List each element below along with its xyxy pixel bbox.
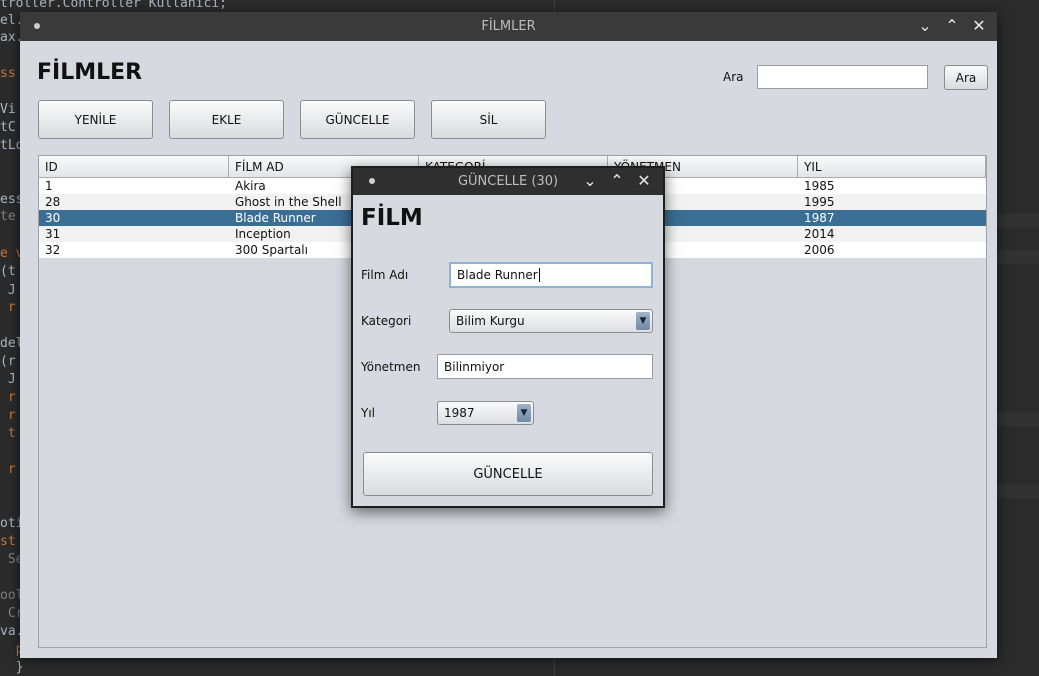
year-label: Yıl [361, 406, 375, 420]
chevron-down-icon[interactable]: ⌄ [579, 171, 601, 191]
film-name-field[interactable]: Blade Runner [449, 262, 653, 288]
category-selected-value: Bilim Kurgu [456, 314, 525, 328]
dropdown-arrow-icon[interactable]: ▼ [517, 404, 531, 422]
close-icon[interactable]: ✕ [633, 171, 655, 191]
film-name-value: Blade Runner [457, 268, 538, 282]
delete-button[interactable]: SİL [431, 100, 546, 139]
update-button[interactable]: GÜNCELLE [300, 100, 415, 139]
dialog-titlebar[interactable]: GÜNCELLE (30) ⌄ ⌃ ✕ [353, 168, 663, 195]
window-titlebar[interactable]: FİLMLER ⌄ ⌃ ✕ [20, 12, 997, 41]
ide-highlight-strip [997, 412, 1039, 426]
search-input[interactable] [757, 65, 928, 89]
code-line: r [0, 390, 16, 405]
cell-id: 1 [45, 179, 53, 193]
director-label: Yönetmen [361, 360, 421, 374]
year-select[interactable]: 1987 ▼ [437, 401, 534, 425]
search-label: Ara [723, 70, 744, 84]
code-line: ss [0, 66, 16, 81]
code-line: } [0, 660, 24, 675]
cell-id: 28 [45, 195, 61, 209]
ide-highlight-strip [997, 250, 1039, 264]
column-header-id[interactable]: ID [39, 156, 229, 178]
year-selected-value: 1987 [444, 406, 475, 420]
ide-highlight-strip [997, 214, 1039, 228]
chevron-up-icon[interactable]: ⌃ [941, 16, 963, 36]
close-icon[interactable]: ✕ [968, 16, 990, 36]
dialog-update-button[interactable]: GÜNCELLE [363, 452, 653, 496]
category-select[interactable]: Bilim Kurgu ▼ [449, 309, 653, 333]
ide-highlight-strip [997, 484, 1039, 498]
film-name-label: Film Adı [361, 268, 409, 282]
cell-id: 32 [45, 243, 61, 257]
page-title: FİLMLER [37, 60, 143, 85]
column-header-year[interactable]: YIL [798, 156, 986, 178]
code-line: J [0, 372, 16, 387]
search-button[interactable]: Ara [944, 65, 988, 90]
director-field[interactable]: Bilinmiyor [437, 354, 653, 379]
text-caret [538, 268, 540, 282]
code-line: troller.Controller Kullanici; [0, 0, 227, 11]
refresh-button[interactable]: YENİLE [38, 100, 153, 139]
code-line: r [0, 300, 16, 315]
cell-year: 1987 [804, 211, 835, 225]
cell-id: 31 [45, 227, 61, 241]
update-dialog: GÜNCELLE (30) ⌄ ⌃ ✕ FİLM Film Adı Blade … [351, 166, 665, 508]
window-title: FİLMLER [481, 19, 536, 34]
code-line: (r [0, 354, 16, 369]
code-line: (t [0, 264, 16, 279]
chevron-up-icon[interactable]: ⌃ [606, 171, 628, 191]
add-button[interactable]: EKLE [169, 100, 284, 139]
code-line: r [0, 408, 16, 423]
chevron-down-icon[interactable]: ⌄ [914, 16, 936, 36]
dialog-heading: FİLM [361, 205, 423, 231]
category-label: Kategori [361, 314, 412, 328]
cell-year: 2006 [804, 243, 835, 257]
code-line: r [0, 462, 16, 477]
dropdown-arrow-icon[interactable]: ▼ [636, 312, 650, 330]
code-line: st [0, 534, 16, 549]
cell-id: 30 [45, 211, 61, 225]
code-line: J [0, 283, 16, 298]
code-line: te [0, 209, 16, 224]
code-line: t [0, 426, 16, 441]
code-line: tC [0, 120, 16, 135]
cell-year: 1985 [804, 179, 835, 193]
cell-year: 1995 [804, 195, 835, 209]
code-line: Vi [0, 102, 16, 117]
cell-year: 2014 [804, 227, 835, 241]
